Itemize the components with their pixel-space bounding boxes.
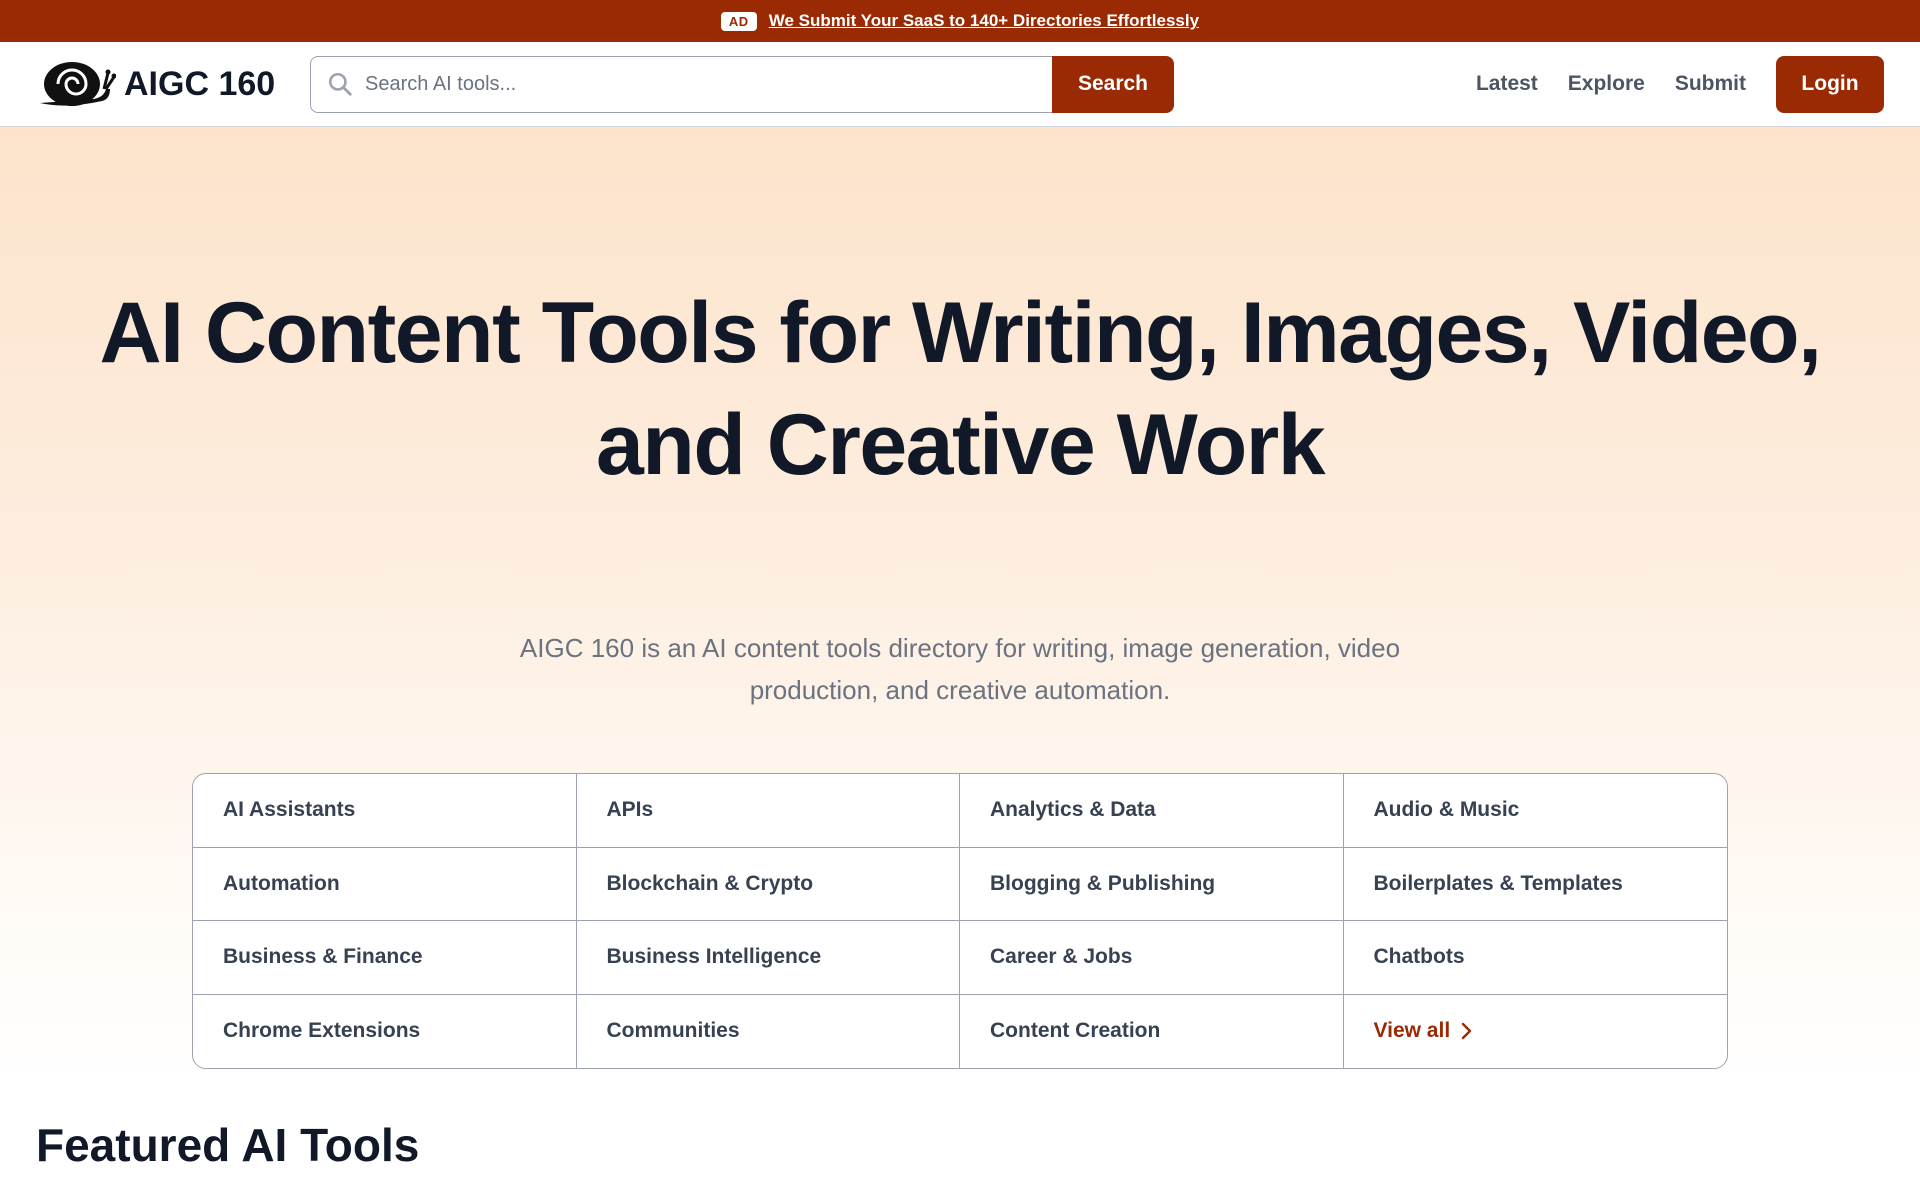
category-content-creation[interactable]: Content Creation [960,994,1344,1068]
category-chatbots[interactable]: Chatbots [1343,921,1727,995]
category-business-finance[interactable]: Business & Finance [193,921,577,995]
logo[interactable]: AIGC 160 [36,59,310,109]
hero-subtitle-line-2: production, and creative automation. [749,675,1171,705]
nav-explore[interactable]: Explore [1568,72,1645,96]
hero-title-line-2: and Creative Work [595,397,1326,493]
category-automation[interactable]: Automation [193,847,577,921]
search-button[interactable]: Search [1052,55,1174,113]
ad-banner: AD We Submit Your SaaS to 140+ Directori… [0,0,1920,42]
category-career-jobs[interactable]: Career & Jobs [960,921,1344,995]
search-bar: Search [310,55,1174,113]
hero-subtitle: AIGC 160 is an AI content tools director… [0,627,1920,711]
hero-section: AI Content Tools for Writing, Images, Vi… [0,127,1920,1087]
category-analytics-data[interactable]: Analytics & Data [960,774,1344,848]
category-grid: AI Assistants APIs Analytics & Data Audi… [192,773,1728,1069]
category-blogging-publishing[interactable]: Blogging & Publishing [960,847,1344,921]
hero-subtitle-line-1: AIGC 160 is an AI content tools director… [519,633,1401,663]
search-input[interactable] [365,72,1052,96]
hero-title-line-1: AI Content Tools for Writing, Images, Vi… [99,285,1822,381]
ad-link[interactable]: We Submit Your SaaS to 140+ Directories … [769,11,1199,31]
search-field[interactable] [310,55,1052,113]
category-communities[interactable]: Communities [577,994,960,1068]
view-all-label: View all [1373,1019,1451,1043]
hero-title: AI Content Tools for Writing, Images, Vi… [0,277,1920,501]
category-audio-music[interactable]: Audio & Music [1343,774,1727,848]
category-apis[interactable]: APIs [576,774,960,848]
ad-badge: AD [720,11,757,31]
category-chrome-extensions[interactable]: Chrome Extensions [193,994,577,1068]
search-icon [328,72,352,96]
category-ai-assistants[interactable]: AI Assistants [193,774,577,848]
main-nav: Latest Explore Submit Login [1476,55,1884,113]
chevron-right-icon [1461,1023,1472,1040]
featured-section-title: Featured AI Tools [36,1119,420,1171]
category-boilerplates-templates[interactable]: Boilerplates & Templates [1343,848,1727,921]
view-all-link[interactable]: View all [1344,995,1728,1069]
nav-submit[interactable]: Submit [1675,72,1746,96]
snail-logo-icon [40,62,116,106]
logo-text: AIGC 160 [124,64,276,103]
site-header: AIGC 160 Search Latest Explore Submit Lo… [0,42,1920,127]
category-blockchain-crypto[interactable]: Blockchain & Crypto [576,847,960,921]
category-business-intelligence[interactable]: Business Intelligence [576,921,960,995]
login-button[interactable]: Login [1776,55,1884,113]
nav-latest[interactable]: Latest [1476,72,1538,96]
